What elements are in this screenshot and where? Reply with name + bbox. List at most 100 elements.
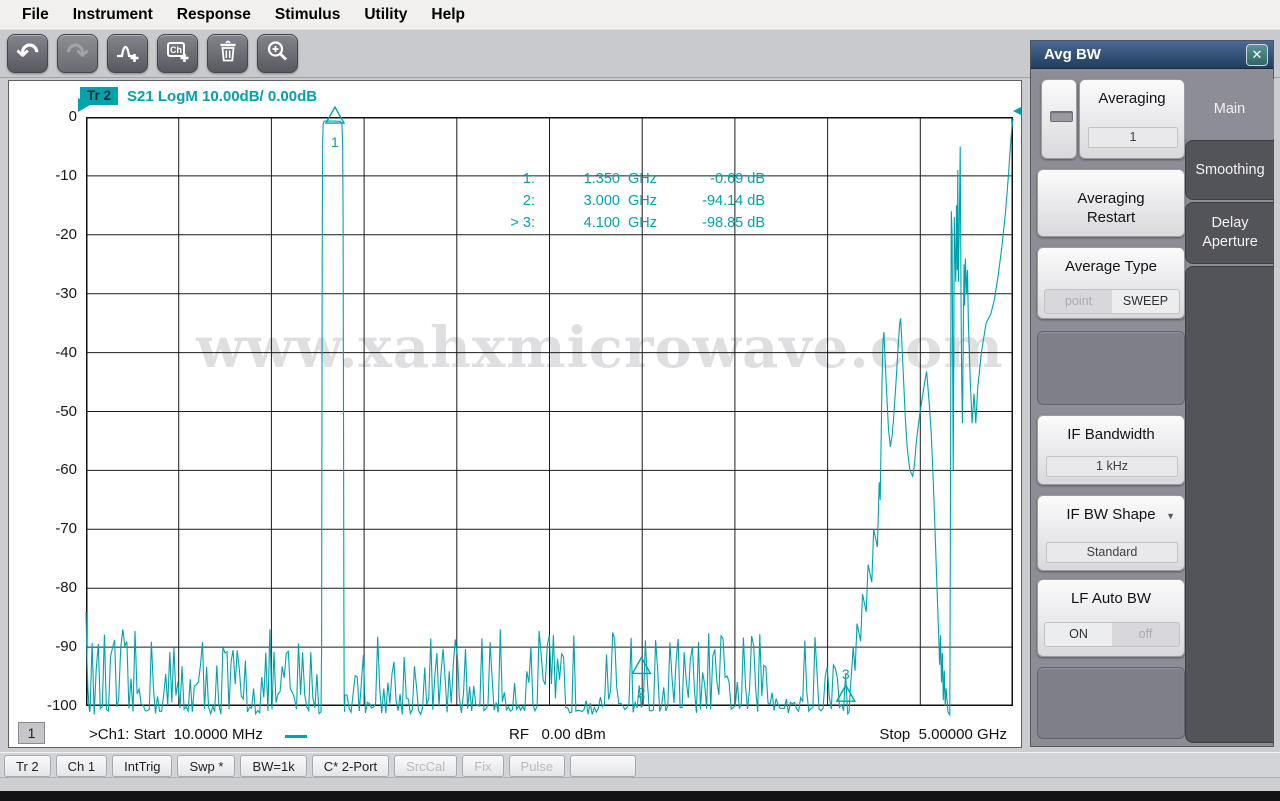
trace-header: Tr 2 S21 LogM 10.00dB/ 0.00dB	[80, 87, 317, 105]
averaging-led-indicator	[1050, 111, 1073, 122]
tab-main[interactable]: Main	[1185, 79, 1274, 139]
add-channel-icon: Ch	[165, 39, 191, 69]
y-tick--10: -10	[17, 167, 77, 184]
svg-text:2: 2	[638, 684, 646, 700]
tab-column-filler	[1185, 266, 1274, 743]
add-trace-icon	[115, 39, 141, 69]
stimulus-start-label[interactable]: >Ch1: Start 10.0000 MHz	[89, 726, 263, 743]
status-pulse[interactable]: Pulse	[509, 755, 566, 777]
delete-button[interactable]	[207, 34, 248, 73]
svg-text:3: 3	[842, 666, 850, 682]
y-tick-0: 0	[17, 108, 77, 125]
add-channel-button[interactable]: Ch	[157, 34, 198, 73]
avg-bw-panel: Avg BW ✕ Averaging 1 Averaging Restart A…	[1030, 40, 1274, 747]
status-srccal[interactable]: SrcCal	[394, 755, 457, 777]
panel-close-button[interactable]: ✕	[1246, 44, 1268, 66]
menu-utility[interactable]: Utility	[352, 0, 419, 29]
undo-icon: ↶	[16, 40, 39, 67]
status-bar: Tr 2Ch 1IntTrigSwp *BW=1k C* 2-PortSrcCal…	[0, 752, 1280, 777]
marker-readout-freq: 3.000 GHz	[535, 190, 657, 212]
status-tr-2[interactable]: Tr 2	[4, 755, 51, 777]
lf-auto-bw-segmented[interactable]: ON off	[1044, 622, 1180, 647]
rf-power-label[interactable]: RF 0.00 dBm	[509, 726, 606, 743]
averaging-value[interactable]: 1	[1088, 127, 1178, 148]
status-ch-1[interactable]: Ch 1	[56, 755, 107, 777]
menu-help[interactable]: Help	[419, 0, 477, 29]
averaging-restart-button[interactable]: Averaging Restart	[1037, 169, 1185, 237]
if-bw-shape-value[interactable]: Standard	[1046, 542, 1178, 563]
lf-auto-bw-button[interactable]: LF Auto BW ON off	[1037, 579, 1185, 657]
ref-level-arrow-right	[1013, 104, 1022, 118]
status-fix[interactable]: Fix	[462, 755, 503, 777]
if-bandwidth-label: IF Bandwidth	[1038, 425, 1184, 444]
menu-stimulus[interactable]: Stimulus	[263, 0, 352, 29]
y-tick--100: -100	[17, 697, 77, 714]
y-tick--50: -50	[17, 403, 77, 420]
trace-badge[interactable]: Tr 2	[80, 87, 118, 105]
status-inttrig[interactable]: IntTrig	[112, 755, 172, 777]
svg-text:1: 1	[331, 134, 339, 150]
undo-button[interactable]: ↶	[7, 34, 48, 73]
tab-delay-aperture[interactable]: Delay Aperture	[1185, 202, 1274, 264]
dropdown-arrow-icon: ▼	[1166, 511, 1175, 521]
vna-application: FileInstrumentResponseStimulusUtilityHel…	[0, 0, 1280, 801]
lf-auto-bw-on-option[interactable]: ON	[1045, 623, 1112, 646]
marker-readout-value: -0.69 dB	[657, 168, 765, 190]
bottom-black-bar	[0, 791, 1280, 801]
average-type-sweep-option[interactable]: SWEEP	[1112, 290, 1179, 313]
y-tick--90: -90	[17, 638, 77, 655]
marker-readout-value: -98.85 dB	[657, 212, 765, 234]
menu-file[interactable]: File	[10, 0, 61, 29]
trace-title: S21 LogM 10.00dB/ 0.00dB	[127, 88, 317, 105]
lf-auto-bw-label: LF Auto BW	[1038, 589, 1184, 608]
redo-button: ↷	[57, 34, 98, 73]
marker-readout-freq: 4.100 GHz	[535, 212, 657, 234]
marker-readout-label: 1:	[487, 168, 535, 190]
y-tick--60: -60	[17, 461, 77, 478]
averaging-button[interactable]: Averaging 1	[1079, 79, 1185, 159]
menu-instrument[interactable]: Instrument	[61, 0, 165, 29]
y-tick--80: -80	[17, 579, 77, 596]
y-tick--30: -30	[17, 285, 77, 302]
panel-title-bar[interactable]: Avg BW	[1031, 41, 1273, 69]
menu-bar: FileInstrumentResponseStimulusUtilityHel…	[0, 0, 1280, 30]
stimulus-stop-label[interactable]: Stop 5.00000 GHz	[879, 726, 1007, 743]
if-bw-shape-label: IF BW Shape	[1038, 505, 1184, 524]
average-type-segmented[interactable]: point SWEEP	[1044, 289, 1180, 314]
zoom-in-icon	[265, 39, 290, 69]
empty-softkey-1	[1037, 331, 1185, 405]
plot-window: Tr 2 S21 LogM 10.00dB/ 0.00dB www.xahxmi…	[8, 80, 1022, 748]
status-c-2-port[interactable]: C* 2-Port	[312, 755, 389, 777]
marker-readout-value: -94.14 dB	[657, 190, 765, 212]
average-type-button[interactable]: Average Type point SWEEP	[1037, 247, 1185, 319]
add-trace-button[interactable]	[107, 34, 148, 73]
close-icon: ✕	[1252, 47, 1263, 62]
y-tick--20: -20	[17, 226, 77, 243]
status-swp-[interactable]: Swp *	[177, 755, 235, 777]
channel-number-box[interactable]: 1	[18, 722, 45, 744]
menu-response[interactable]: Response	[165, 0, 263, 29]
trace-color-dash	[285, 735, 307, 738]
trash-icon	[216, 39, 240, 69]
average-type-label: Average Type	[1038, 257, 1184, 276]
status-blank	[570, 755, 636, 777]
if-bandwidth-button[interactable]: IF Bandwidth 1 kHz	[1037, 415, 1185, 485]
tab-smoothing[interactable]: Smoothing	[1185, 140, 1274, 200]
status-bw-1k[interactable]: BW=1k	[240, 755, 306, 777]
marker-1[interactable]: 1	[326, 107, 344, 150]
y-tick--70: -70	[17, 520, 77, 537]
if-bandwidth-value[interactable]: 1 kHz	[1046, 456, 1178, 477]
svg-text:Ch: Ch	[170, 45, 182, 55]
lf-auto-bw-off-option[interactable]: off	[1112, 623, 1179, 646]
y-tick--40: -40	[17, 344, 77, 361]
redo-icon: ↷	[66, 40, 89, 67]
averaging-toggle-button[interactable]	[1041, 79, 1077, 159]
averaging-label: Averaging	[1080, 89, 1184, 108]
zoom-in-button[interactable]	[257, 34, 298, 73]
average-type-point-option[interactable]: point	[1045, 290, 1112, 313]
lower-strip	[0, 777, 1280, 791]
marker-readout-label: > 3:	[487, 212, 535, 234]
marker-readout-label: 2:	[487, 190, 535, 212]
marker-readout: 1:1.350 GHz-0.69 dB2:3.000 GHz-94.14 dB>…	[487, 168, 765, 234]
if-bw-shape-button[interactable]: IF BW Shape ▼ Standard	[1037, 495, 1185, 571]
